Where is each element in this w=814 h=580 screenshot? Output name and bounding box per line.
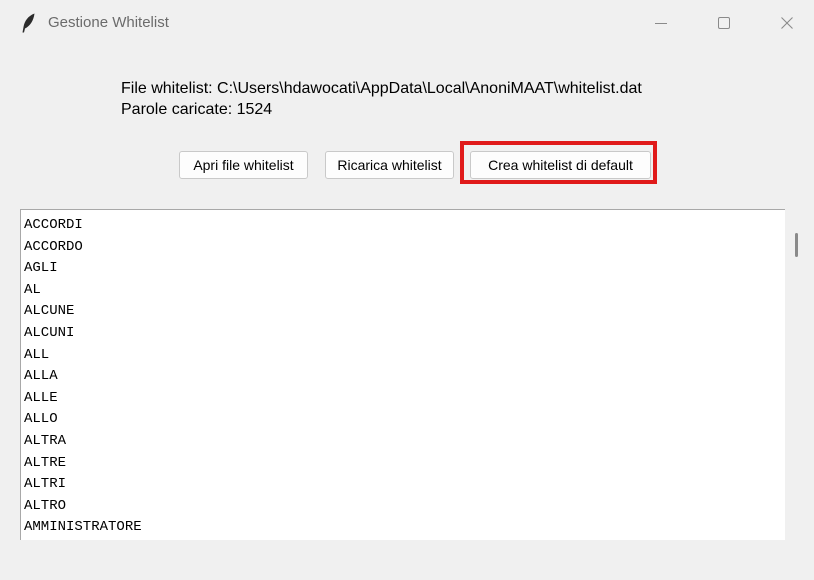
file-path-label: File whitelist: C:\Users\hdawocati\AppDa… [121, 80, 642, 97]
close-icon [781, 17, 793, 29]
list-item: AMMINISTRATORE [24, 519, 142, 536]
list-item: ACCORDO [24, 238, 83, 255]
list-item: ALLA [24, 368, 58, 385]
create-default-whitelist-button[interactable]: Crea whitelist di default [470, 151, 651, 179]
list-item: ALTRI [24, 476, 67, 493]
open-whitelist-file-button[interactable]: Apri file whitelist [179, 151, 308, 179]
window-title: Gestione Whitelist [48, 14, 169, 31]
list-item: ALL [24, 346, 50, 363]
whitelist-window: Gestione Whitelist File whitelist: C:\Us… [0, 0, 814, 580]
list-item: ACCORDI [24, 217, 83, 233]
list-item: ALCUNI [24, 324, 75, 341]
minimize-button[interactable] [641, 0, 681, 46]
feather-icon [22, 13, 36, 33]
list-item: ALLE [24, 389, 58, 406]
list-item: ALTRE [24, 454, 67, 471]
word-list: ACCORDI ACCORDO AGLI AL ALCUNE ALCUNI ALL ALLA A… [24, 215, 142, 539]
maximize-button[interactable] [704, 0, 744, 46]
reload-whitelist-button[interactable]: Ricarica whitelist [325, 151, 454, 179]
word-count-label: Parole caricate: 1524 [121, 101, 273, 118]
minimize-icon [655, 23, 667, 24]
maximize-icon [718, 17, 730, 29]
list-item: ALCUNE [24, 303, 75, 320]
vertical-scrollbar[interactable] [792, 209, 804, 540]
scrollbar-thumb[interactable] [795, 233, 798, 257]
list-item: AL [24, 281, 41, 298]
close-button[interactable] [767, 0, 807, 46]
whitelist-text-area[interactable]: ACCORDI ACCORDO AGLI AL ALCUNE ALCUNI ALL ALLA A… [20, 209, 785, 540]
list-item: ALLO [24, 411, 58, 428]
list-item: ALTRO [24, 497, 67, 514]
list-item: ALTRA [24, 432, 67, 449]
whitelist-info: File whitelist: C:\Users\hdawocati\AppDa… [121, 78, 642, 120]
list-item: AGLI [24, 260, 58, 277]
title-bar[interactable]: Gestione Whitelist [0, 0, 814, 46]
